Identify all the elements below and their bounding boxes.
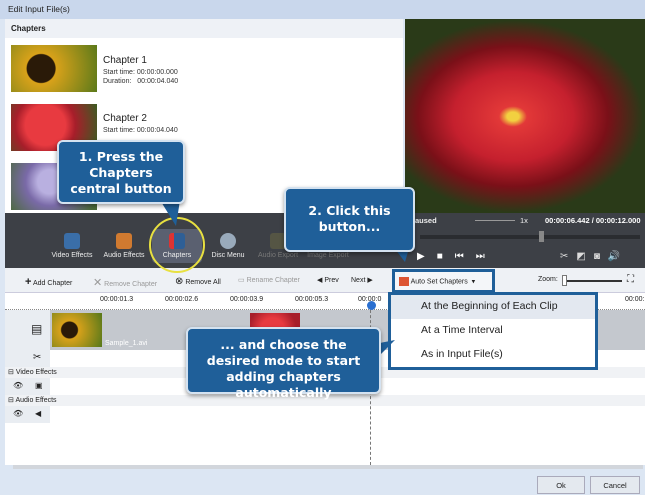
callout-step-2: 2. Click this button... bbox=[284, 187, 415, 252]
callout-step-1: 1. Press the Chapters central button bbox=[57, 140, 185, 204]
callout-step-3: ... and choose the desired mode to start… bbox=[186, 327, 381, 400]
